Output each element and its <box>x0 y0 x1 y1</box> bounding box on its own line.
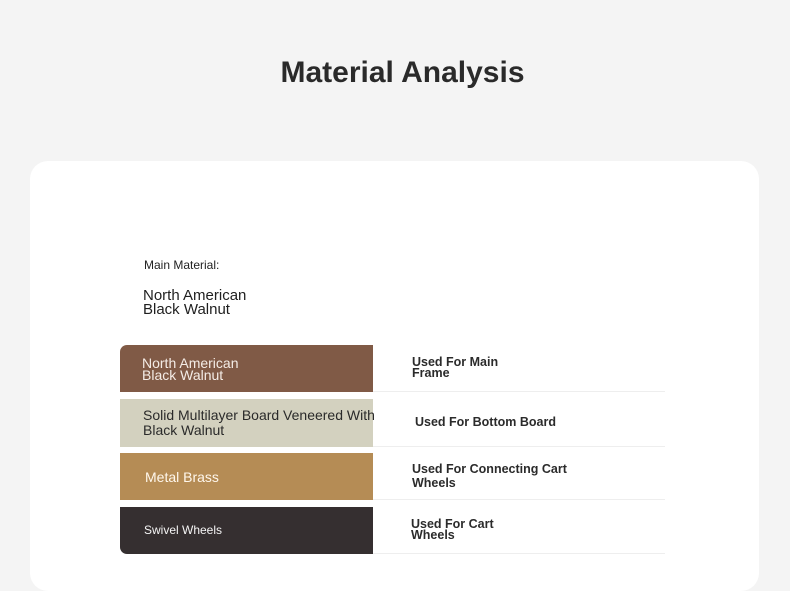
material-usage-line1: Used For Connecting Cart <box>412 462 567 476</box>
material-name-line2: Black Walnut <box>143 421 225 438</box>
material-usage: Used For Bottom Board <box>373 399 665 447</box>
material-usage-line2: Wheels <box>412 476 456 490</box>
material-usage: Used For Main Frame <box>373 345 665 392</box>
material-usage: Used For Connecting Cart Wheels <box>373 453 665 500</box>
material-name-line1: Solid Multilayer Board Veneered With <box>143 406 375 423</box>
material-usage-line2: Frame <box>412 366 450 380</box>
main-material-label: Main Material: <box>144 258 220 272</box>
main-material-value-line2: Black Walnut <box>143 301 230 318</box>
material-usage: Used For Cart Wheels <box>373 507 665 554</box>
material-usage-line2: Wheels <box>411 527 455 542</box>
material-row-brass: Metal Brass Used For Connecting Cart Whe… <box>120 453 665 500</box>
material-row-walnut: North American Black Walnut Used For Mai… <box>120 345 665 392</box>
material-row-multilayer-board: Solid Multilayer Board Veneered With Bla… <box>120 398 665 447</box>
material-swatch: Swivel Wheels <box>120 506 373 554</box>
main-material-value: North American Black Walnut <box>143 288 303 318</box>
material-swatch: North American Black Walnut <box>120 345 373 392</box>
page-title: Material Analysis <box>280 56 525 89</box>
material-name-line1: Swivel Wheels <box>144 523 223 537</box>
material-usage-line1: Used For Bottom Board <box>415 414 556 429</box>
material-swatch: Solid Multilayer Board Veneered With Bla… <box>120 398 375 447</box>
material-name-line1: Metal Brass <box>145 468 219 485</box>
material-list: North American Black Walnut Used For Mai… <box>120 345 665 560</box>
material-row-swivel-wheels: Swivel Wheels Used For Cart Wheels <box>120 506 665 554</box>
material-swatch: Metal Brass <box>120 453 373 500</box>
